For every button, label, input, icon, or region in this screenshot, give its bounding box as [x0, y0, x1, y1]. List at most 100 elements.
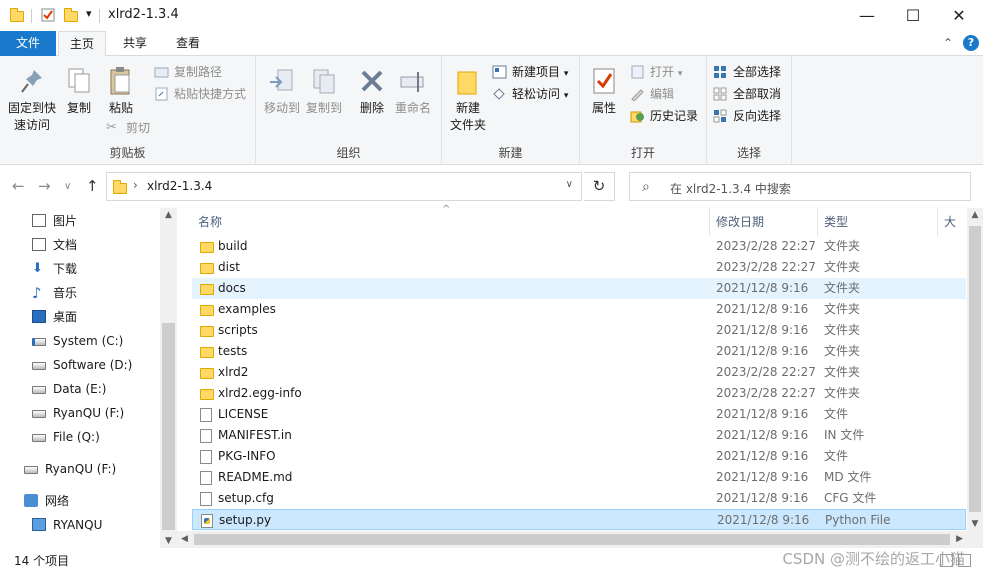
tab-share[interactable]: 共享: [112, 31, 158, 56]
file-row[interactable]: examples 2021/12/8 9:16 文件夹: [192, 299, 966, 320]
delete-button[interactable]: 删除: [356, 60, 388, 117]
file-type: Python File: [825, 513, 891, 527]
history-button[interactable]: 历史记录: [630, 106, 698, 126]
file-row[interactable]: MANIFEST.in 2021/12/8 9:16 IN 文件: [192, 425, 966, 446]
easy-access-button[interactable]: 轻松访问 ▾: [492, 84, 568, 104]
file-row[interactable]: setup.cfg 2021/12/8 9:16 CFG 文件: [192, 488, 966, 509]
refresh-button[interactable]: ↻: [584, 172, 615, 201]
window-title: xlrd2-1.3.4: [108, 7, 179, 22]
sidebar-scrollbar[interactable]: ▲ ▼: [160, 208, 177, 548]
sidebar-item[interactable]: 桌面: [32, 306, 77, 328]
scroll-down-icon[interactable]: ▼: [967, 519, 983, 529]
column-header-type[interactable]: 类型: [818, 208, 938, 236]
drive-icon: [24, 466, 38, 474]
copy-path-button[interactable]: 复制路径: [154, 62, 222, 82]
edit-button[interactable]: 编辑: [630, 84, 674, 104]
file-row[interactable]: README.md 2021/12/8 9:16 MD 文件: [192, 467, 966, 488]
paste-shortcut-label: 粘贴快捷方式: [174, 87, 247, 101]
file-row[interactable]: scripts 2021/12/8 9:16 文件夹: [192, 320, 966, 341]
sidebar-item[interactable]: ⬇ 下载: [32, 258, 77, 280]
new-folder-icon[interactable]: [63, 7, 79, 23]
sidebar-item-label: RyanQU (F:): [53, 406, 125, 420]
pin-label-line1: 固定到快: [7, 101, 56, 115]
tab-view[interactable]: 查看: [166, 31, 210, 56]
sidebar-item[interactable]: RYANQU: [32, 514, 102, 536]
vertical-scroll-thumb[interactable]: [969, 226, 981, 512]
sidebar-item[interactable]: 文档: [32, 234, 77, 256]
new-folder-button[interactable]: 新建 文件夹: [446, 60, 490, 134]
rename-button[interactable]: 重命名: [392, 60, 434, 117]
select-all-button[interactable]: 全部选择: [713, 62, 781, 82]
copy-button[interactable]: 复制: [62, 60, 96, 117]
address-bar[interactable]: › xlrd2-1.3.4 ∨: [106, 172, 582, 201]
file-row[interactable]: LICENSE 2021/12/8 9:16 文件: [192, 404, 966, 425]
move-to-button[interactable]: 移动到: [260, 60, 304, 117]
column-header-name[interactable]: 名称: [192, 208, 710, 236]
sidebar-item[interactable]: RyanQU (F:): [24, 458, 116, 480]
sidebar-scroll-thumb[interactable]: [162, 323, 175, 530]
file-row[interactable]: docs 2021/12/8 9:16 文件夹: [192, 278, 966, 299]
file-row[interactable]: PKG-INFO 2021/12/8 9:16 文件: [192, 446, 966, 467]
large-icons-view-icon[interactable]: [958, 554, 971, 567]
file-list-vertical-scrollbar[interactable]: ▲ ▼: [967, 208, 983, 531]
file-row[interactable]: setup.py 2021/12/8 9:16 Python File: [192, 509, 966, 530]
sidebar-item[interactable]: RyanQU (F:): [32, 402, 124, 424]
tab-file[interactable]: 文件: [0, 31, 56, 56]
recent-locations-button[interactable]: ∨: [64, 171, 71, 202]
address-dropdown-button[interactable]: ∨: [566, 179, 573, 190]
scroll-up-icon[interactable]: ▲: [160, 210, 177, 220]
scroll-up-icon[interactable]: ▲: [967, 210, 983, 220]
help-icon[interactable]: ?: [963, 35, 979, 51]
breadcrumb-current[interactable]: xlrd2-1.3.4: [147, 179, 212, 193]
search-input[interactable]: 在 xlrd2-1.3.4 中搜索: [670, 180, 791, 197]
scroll-right-icon[interactable]: ▶: [956, 534, 963, 544]
forward-button[interactable]: →: [38, 171, 51, 202]
breadcrumb-separator[interactable]: ›: [133, 178, 138, 192]
scroll-left-icon[interactable]: ◀: [181, 534, 188, 544]
file-row[interactable]: build 2023/2/28 22:27 文件夹: [192, 236, 966, 257]
collapse-ribbon-icon[interactable]: ⌃: [943, 36, 953, 50]
new-item-button[interactable]: 新建项目 ▾: [492, 62, 568, 82]
file-row[interactable]: xlrd2.egg-info 2023/2/28 22:27 文件夹: [192, 383, 966, 404]
folder-icon: [200, 326, 214, 337]
properties-button[interactable]: 属性: [586, 60, 622, 117]
details-view-icon[interactable]: [940, 554, 953, 567]
sidebar-item[interactable]: 图片: [32, 210, 77, 232]
edit-icon: [630, 87, 645, 102]
minimize-button[interactable]: —: [844, 0, 890, 31]
file-list-horizontal-scrollbar[interactable]: ◀ ▶: [177, 531, 967, 548]
properties-icon[interactable]: [40, 7, 56, 23]
sidebar-item[interactable]: ♪ 音乐: [32, 282, 77, 304]
column-header-date[interactable]: 修改日期: [710, 208, 818, 236]
sidebar-item[interactable]: Data (E:): [32, 378, 106, 400]
move-to-label: 移动到: [263, 101, 300, 115]
sidebar-item[interactable]: 网络: [24, 490, 69, 512]
cut-button[interactable]: ✂ 剪切: [106, 118, 150, 138]
sidebar-item[interactable]: Software (D:): [32, 354, 132, 376]
file-row[interactable]: tests 2021/12/8 9:16 文件夹: [192, 341, 966, 362]
customize-quick-access-button[interactable]: ▾: [86, 7, 92, 20]
invert-selection-button[interactable]: 反向选择: [713, 106, 781, 126]
ribbon-tabs: 文件 主页 共享 查看 ⌃ ?: [0, 31, 983, 57]
pin-quick-access-button[interactable]: 固定到快 速访问: [4, 60, 60, 134]
paste-shortcut-button[interactable]: 粘贴快捷方式: [154, 84, 246, 104]
open-button[interactable]: 打开 ▾: [630, 62, 682, 82]
select-none-button[interactable]: 全部取消: [713, 84, 781, 104]
sidebar-item[interactable]: File (Q:): [32, 426, 100, 448]
search-box[interactable]: ⌕ 在 xlrd2-1.3.4 中搜索: [629, 172, 971, 201]
file-row[interactable]: xlrd2 2023/2/28 22:27 文件夹: [192, 362, 966, 383]
tab-home[interactable]: 主页: [58, 31, 106, 57]
scroll-down-icon[interactable]: ▼: [160, 536, 177, 546]
copy-to-button[interactable]: 复制到: [302, 60, 346, 117]
maximize-button[interactable]: ☐: [890, 0, 936, 31]
folder-icon: [200, 389, 214, 400]
sidebar-item[interactable]: System (C:): [32, 330, 123, 352]
paste-button[interactable]: 粘贴: [104, 60, 138, 117]
horizontal-scroll-thumb[interactable]: [194, 534, 950, 545]
file-type: 文件夹: [824, 365, 861, 379]
file-row[interactable]: dist 2023/2/28 22:27 文件夹: [192, 257, 966, 278]
column-header-size[interactable]: 大小: [938, 208, 967, 236]
up-button[interactable]: ↑: [86, 171, 99, 202]
back-button[interactable]: ←: [12, 171, 25, 202]
close-button[interactable]: ✕: [936, 0, 982, 31]
